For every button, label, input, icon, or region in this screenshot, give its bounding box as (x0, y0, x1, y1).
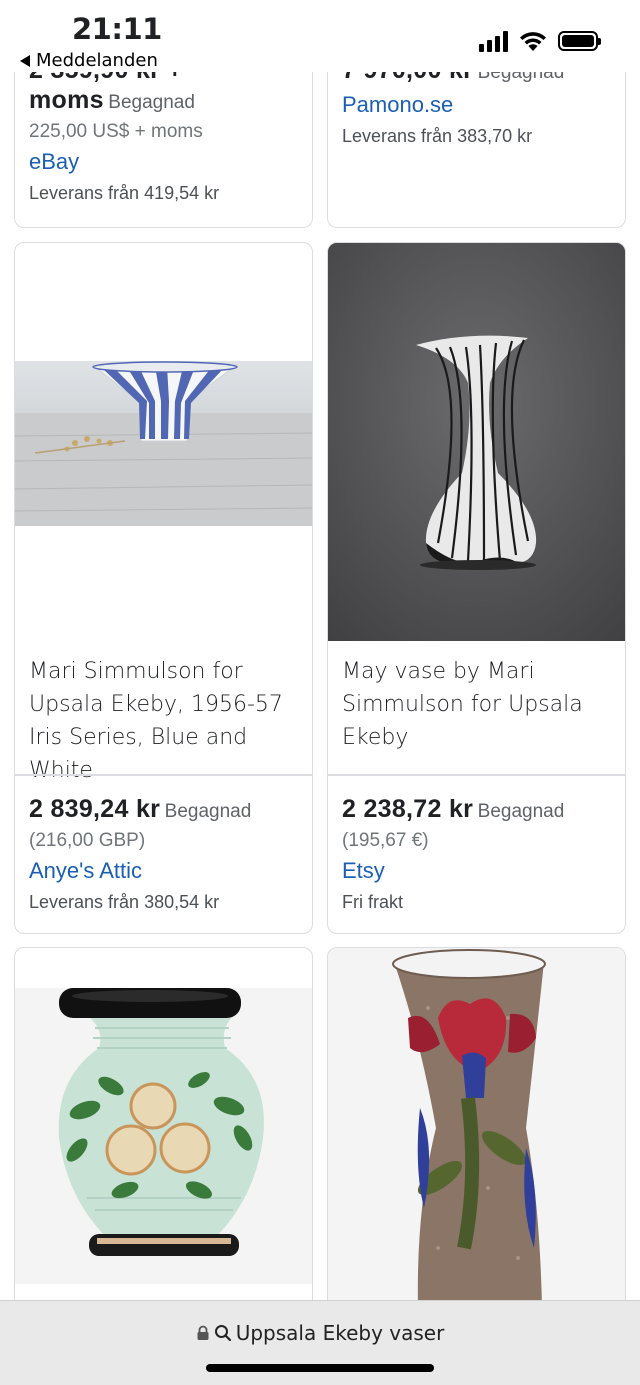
shipping-info: Leverans från 383,70 kr (342, 126, 533, 146)
card-divider (15, 774, 312, 776)
browser-address-bar[interactable]: Uppsala Ekeby vaser (0, 1300, 640, 1385)
back-arrow-icon (20, 54, 30, 67)
address-field[interactable]: Uppsala Ekeby vaser (0, 1321, 640, 1345)
product-card-ebay[interactable]: 2 359,90 kr + moms Begagnad 225,00 US$ +… (14, 50, 313, 228)
original-price: 225,00 US$ + moms (29, 121, 203, 142)
original-price: (216,00 GBP) (29, 830, 146, 851)
seller-link[interactable]: Anye's Attic (29, 858, 302, 884)
shipping-info: Leverans från 380,54 kr (29, 892, 220, 912)
original-price: (195,67 €) (342, 830, 429, 851)
cellular-signal-icon (479, 30, 508, 52)
product-image[interactable] (15, 361, 312, 526)
seller-link[interactable]: eBay (29, 149, 302, 175)
fruit-vase-image (58, 988, 264, 1256)
status-time: 21:11 (72, 12, 162, 46)
condition-label: Begagnad (164, 801, 252, 822)
status-bar: 21:11 Meddelanden (0, 0, 640, 72)
product-card-may-vase[interactable]: May vase by Mari Simmulson for Upsala Ek… (327, 242, 626, 934)
back-to-app-label: Meddelanden (36, 50, 158, 71)
search-icon (214, 1325, 231, 1342)
price: 2 839,24 kr (29, 795, 161, 823)
home-indicator[interactable] (206, 1364, 434, 1372)
may-vase-image (328, 243, 625, 641)
seller-link[interactable]: Pamono.se (342, 92, 615, 118)
iris-vase-image (15, 361, 312, 526)
condition-label: Begagnad (108, 92, 195, 113)
product-card-iris-vase[interactable]: Mari Simmulson for Upsala Ekeby, 1956-57… (14, 242, 313, 934)
battery-icon (558, 31, 601, 51)
wifi-icon (520, 32, 546, 51)
seller-link[interactable]: Etsy (342, 858, 615, 884)
card-divider (328, 774, 625, 776)
condition-label: Begagnad (477, 801, 565, 822)
product-title[interactable]: Mari Simmulson for Upsala Ekeby, 1956-57… (29, 655, 298, 787)
product-image[interactable] (328, 243, 625, 641)
back-to-app-link[interactable]: Meddelanden (20, 50, 158, 71)
shipping-info: Fri frakt (342, 892, 403, 912)
status-icons (479, 30, 601, 52)
lock-icon (197, 1325, 209, 1340)
search-query-text: Uppsala Ekeby vaser (235, 1321, 445, 1345)
tulip-vase-image (392, 949, 546, 1308)
product-image[interactable] (328, 948, 625, 1308)
price: 2 238,72 kr (342, 795, 474, 823)
product-card-pamono[interactable]: 7 970,00 kr Begagnad Pamono.se Leverans … (327, 50, 626, 228)
price-suffix: moms (29, 86, 104, 114)
product-image[interactable] (15, 988, 312, 1284)
shipping-info: Leverans från 419,54 kr (29, 183, 220, 203)
product-card-fruit-vase[interactable] (14, 947, 313, 1347)
product-card-tulip-vase[interactable] (327, 947, 626, 1347)
product-title[interactable]: May vase by Mari Simmulson for Upsala Ek… (342, 655, 611, 754)
